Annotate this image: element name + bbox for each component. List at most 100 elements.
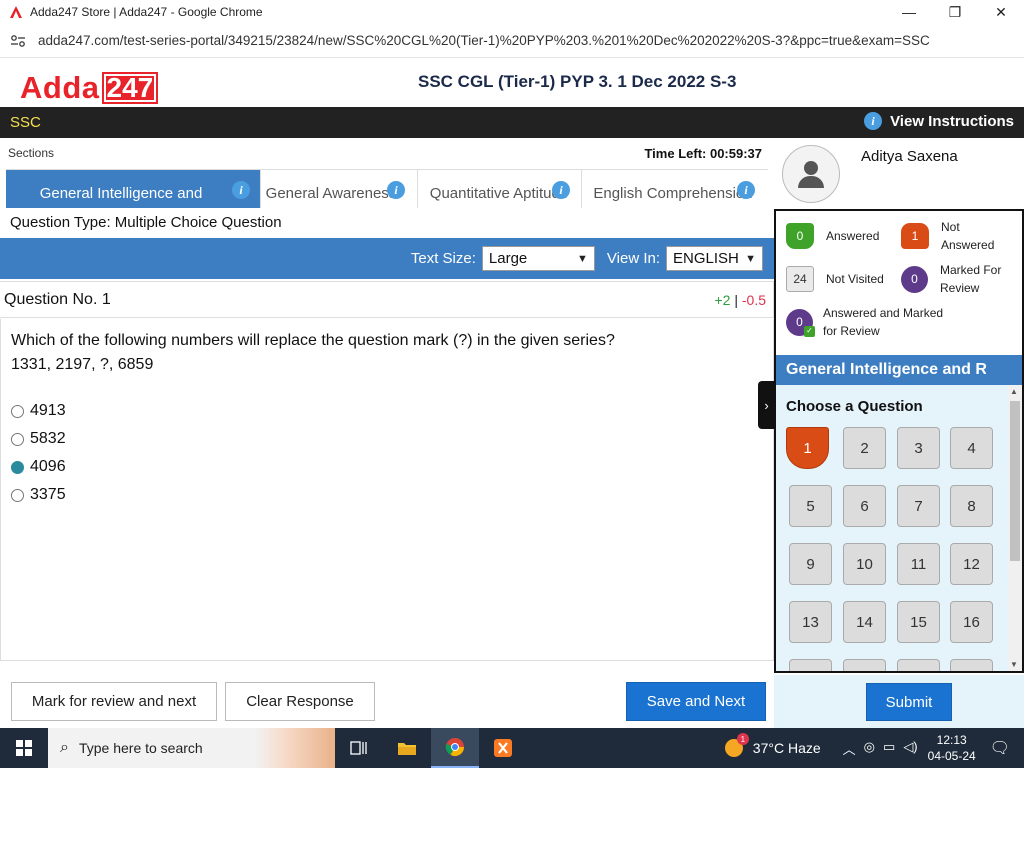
language-select[interactable]: ENGLISH ▼ bbox=[666, 246, 763, 271]
legend-marked: 0 Marked For Review bbox=[901, 261, 1016, 297]
restore-button[interactable]: ❐ bbox=[932, 0, 978, 24]
tray-icons: ︿ ◎ ▭ ◁) bbox=[843, 739, 918, 758]
clear-response-button[interactable]: Clear Response bbox=[225, 682, 375, 721]
exam-bar: SSC i View Instructions bbox=[0, 107, 1024, 138]
question-button-20[interactable]: 20 bbox=[950, 659, 993, 671]
question-button-3[interactable]: 3 bbox=[897, 427, 940, 469]
question-palette-panel: Aditya Saxena 0 Answered 1 Not Answered … bbox=[774, 138, 1024, 728]
question-button-16[interactable]: 16 bbox=[950, 601, 993, 643]
info-icon[interactable]: i bbox=[232, 181, 250, 199]
info-icon[interactable]: i bbox=[552, 181, 570, 199]
tab-label: General Intelligence and Reasoning bbox=[39, 185, 203, 202]
system-clock[interactable]: 12:13 04-05-24 bbox=[928, 732, 976, 764]
question-button-10[interactable]: 10 bbox=[843, 543, 886, 585]
scroll-up-icon[interactable]: ▲ bbox=[1010, 387, 1018, 396]
option-2[interactable]: 5832 bbox=[11, 425, 66, 453]
question-button-17[interactable]: 17 bbox=[789, 659, 832, 671]
question-button-15[interactable]: 15 bbox=[897, 601, 940, 643]
radio-button-selected[interactable] bbox=[11, 460, 24, 474]
tab-quantitative-aptitude[interactable]: Quantitative Aptitude i bbox=[418, 170, 582, 208]
text-size-select[interactable]: Large ▼ bbox=[481, 246, 595, 271]
option-label: 5832 bbox=[30, 430, 66, 447]
mark-for-review-button[interactable]: Mark for review and next bbox=[11, 682, 217, 721]
radio-button[interactable] bbox=[11, 404, 24, 418]
radio-button[interactable] bbox=[11, 432, 24, 446]
legend-not-answered: 1 Not Answered bbox=[901, 218, 1011, 254]
view-instructions-link[interactable]: i View Instructions bbox=[864, 112, 1014, 130]
info-icon[interactable]: i bbox=[737, 181, 755, 199]
submit-button[interactable]: Submit bbox=[866, 683, 952, 721]
question-number-row: Question No. 1 +2 | -0.5 bbox=[0, 281, 774, 318]
network-icon[interactable]: ▭ bbox=[883, 739, 895, 758]
search-highlight-image bbox=[255, 728, 335, 768]
exam-title: SSC CGL (Tier-1) PYP 3. 1 Dec 2022 S-3 bbox=[418, 72, 737, 91]
sections-label: Sections bbox=[8, 146, 55, 160]
task-view-icon[interactable] bbox=[335, 728, 383, 768]
question-button-8[interactable]: 8 bbox=[950, 485, 993, 527]
text-size-label: Text Size: bbox=[410, 250, 476, 267]
scroll-down-icon[interactable]: ▼ bbox=[1010, 660, 1018, 669]
collapse-panel-handle[interactable]: › bbox=[758, 381, 775, 429]
negative-marks: -0.5 bbox=[741, 291, 766, 308]
close-button[interactable]: ✕ bbox=[978, 0, 1024, 24]
site-settings-icon[interactable] bbox=[10, 33, 26, 49]
question-button-5[interactable]: 5 bbox=[789, 485, 832, 527]
avatar-body-icon bbox=[798, 175, 824, 188]
section-tabs: General Intelligence and Reasoning i Gen… bbox=[6, 169, 768, 208]
xampp-icon[interactable] bbox=[479, 728, 527, 768]
question-button-4[interactable]: 4 bbox=[950, 427, 993, 469]
info-icon[interactable]: i bbox=[387, 181, 405, 199]
start-button[interactable] bbox=[0, 728, 48, 768]
url-text[interactable]: adda247.com/test-series-portal/349215/23… bbox=[38, 33, 930, 48]
time-left: Time Left: 00:59:37 bbox=[644, 146, 762, 161]
tab-general-intelligence[interactable]: General Intelligence and Reasoning i bbox=[6, 170, 261, 208]
save-and-next-button[interactable]: Save and Next bbox=[626, 682, 766, 721]
question-button-12[interactable]: 12 bbox=[950, 543, 993, 585]
question-button-7[interactable]: 7 bbox=[897, 485, 940, 527]
option-4[interactable]: 3375 bbox=[11, 481, 66, 509]
legend-label: Not Visited bbox=[826, 272, 884, 286]
question-button-14[interactable]: 14 bbox=[843, 601, 886, 643]
marks-separator: | bbox=[734, 291, 738, 308]
not-visited-badge: 24 bbox=[786, 266, 814, 292]
clock-date: 04-05-24 bbox=[927, 749, 976, 763]
tab-general-awareness[interactable]: General Awareness i bbox=[261, 170, 418, 208]
scrollbar-thumb[interactable] bbox=[1010, 401, 1020, 561]
volume-icon[interactable]: ◁) bbox=[903, 739, 917, 758]
palette-scrollbar[interactable]: ▲ ▼ bbox=[1008, 385, 1022, 671]
positive-marks: +2 bbox=[714, 291, 731, 308]
weather-widget[interactable]: 1 37°C Haze bbox=[724, 733, 821, 757]
legend-answered-marked: 0 ✓ Answered and Marked for Review bbox=[786, 304, 966, 340]
tab-english-comprehension[interactable]: English Comprehension i bbox=[582, 170, 768, 208]
question-button-6[interactable]: 6 bbox=[843, 485, 886, 527]
file-explorer-icon[interactable] bbox=[383, 728, 431, 768]
question-button-18[interactable]: 18 bbox=[843, 659, 886, 671]
question-button-1[interactable]: 1 bbox=[786, 427, 829, 469]
notification-icon[interactable]: 🗨 bbox=[990, 738, 1010, 758]
candidate-name: Aditya Saxena bbox=[861, 148, 958, 165]
search-placeholder: Type here to search bbox=[78, 740, 203, 756]
question-number: Question No. 1 bbox=[4, 290, 111, 308]
question-line-1: Which of the following numbers will repl… bbox=[11, 332, 615, 349]
radio-button[interactable] bbox=[11, 488, 24, 502]
taskbar-search[interactable]: ⌕ Type here to search bbox=[48, 728, 335, 768]
legend-label: Marked For Review bbox=[940, 263, 1002, 295]
candidate-profile: Aditya Saxena bbox=[774, 138, 1024, 209]
option-3[interactable]: 4096 bbox=[11, 453, 66, 481]
chevron-up-icon[interactable]: ︿ bbox=[843, 739, 856, 758]
search-icon: ⌕ bbox=[60, 739, 69, 756]
minimize-button[interactable]: — bbox=[886, 0, 932, 24]
address-bar[interactable]: adda247.com/test-series-portal/349215/23… bbox=[0, 24, 1024, 58]
question-button-13[interactable]: 13 bbox=[789, 601, 832, 643]
option-1[interactable]: 4913 bbox=[11, 397, 66, 425]
question-button-9[interactable]: 9 bbox=[789, 543, 832, 585]
question-button-2[interactable]: 2 bbox=[843, 427, 886, 469]
adda247-logo[interactable]: Adda 247 bbox=[20, 70, 159, 106]
legend-label: Not Answered bbox=[941, 220, 995, 252]
question-button-19[interactable]: 19 bbox=[897, 659, 940, 671]
avatar bbox=[782, 145, 840, 203]
question-button-11[interactable]: 11 bbox=[897, 543, 940, 585]
chrome-icon[interactable] bbox=[431, 728, 479, 768]
adda-logo-icon bbox=[8, 4, 24, 20]
meet-now-icon[interactable]: ◎ bbox=[864, 739, 875, 758]
